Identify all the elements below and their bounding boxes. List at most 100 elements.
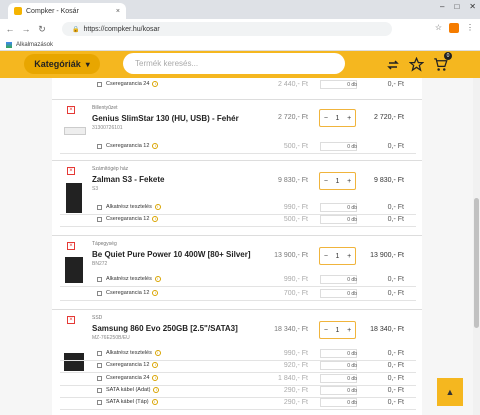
reload-icon[interactable]: ↻	[36, 24, 48, 35]
search-input[interactable]: Termék keresés...	[123, 53, 345, 74]
product-name[interactable]: Samsung 860 Evo 250GB [2.5"/SATA3]	[92, 324, 238, 333]
service-checkbox[interactable]	[97, 291, 102, 296]
increase-button[interactable]: +	[347, 115, 351, 122]
product-image[interactable]	[64, 353, 84, 371]
decrease-button[interactable]: −	[324, 253, 328, 260]
browser-menu-icon[interactable]: ⋮	[466, 23, 474, 33]
product-image[interactable]	[64, 127, 86, 135]
service-label[interactable]: Alkatrész tesztelés i	[106, 276, 161, 282]
increase-button[interactable]: +	[347, 253, 351, 260]
tab-close-icon[interactable]: ×	[116, 8, 120, 15]
service-name: Cseregarancia 12	[106, 362, 150, 368]
product-code: S3	[92, 186, 99, 192]
product-total: 2 720,- Ft	[374, 114, 404, 121]
info-icon[interactable]: i	[151, 399, 158, 405]
service-label[interactable]: Alkatrész tesztelés i	[106, 350, 161, 356]
back-to-top-button[interactable]: ▲	[437, 378, 463, 406]
service-checkbox[interactable]	[97, 376, 102, 381]
quantity-value[interactable]: 1	[336, 115, 340, 122]
bookmarks-apps-label[interactable]: Alkalmazások	[16, 42, 53, 48]
categories-button[interactable]: Kategóriák ▾	[24, 54, 100, 74]
browser-tab[interactable]: Compker - Kosár ×	[8, 3, 126, 19]
service-label[interactable]: SATA kábel (Adat) i	[106, 387, 160, 393]
forward-icon[interactable]: →	[20, 24, 32, 34]
service-checkbox[interactable]	[97, 82, 102, 87]
info-icon[interactable]: i	[154, 276, 161, 282]
info-icon[interactable]: i	[152, 216, 159, 222]
service-label[interactable]: Cseregarancia 12 i	[106, 216, 159, 222]
remove-product-icon[interactable]: ×	[67, 316, 75, 324]
service-checkbox[interactable]	[97, 400, 102, 405]
compare-icon[interactable]	[384, 56, 401, 73]
increase-button[interactable]: +	[347, 327, 351, 334]
back-icon[interactable]: ←	[4, 24, 16, 34]
minimize-button[interactable]: –	[440, 2, 444, 11]
quantity-stepper[interactable]: − 1 +	[319, 109, 356, 127]
service-label[interactable]: Cseregarancia 12 i	[106, 290, 159, 296]
decrease-button[interactable]: −	[324, 178, 328, 185]
bookmark-star-icon[interactable]: ☆	[435, 23, 442, 33]
info-icon[interactable]: i	[152, 290, 159, 296]
service-qty: 0 db	[347, 205, 357, 211]
quantity-value[interactable]: 1	[336, 327, 340, 334]
remove-product-icon[interactable]: ×	[67, 242, 75, 250]
increase-button[interactable]: +	[347, 178, 351, 185]
service-checkbox[interactable]	[97, 277, 102, 282]
service-price: 990,- Ft	[283, 276, 308, 283]
service-label[interactable]: Cseregarancia 12 i	[106, 362, 159, 368]
extension-icon[interactable]	[449, 23, 459, 33]
apps-icon[interactable]	[6, 41, 12, 48]
service-checkbox[interactable]	[97, 217, 102, 222]
scrollbar[interactable]	[473, 78, 480, 415]
service-label[interactable]: Cseregarancia 24 i	[106, 81, 159, 87]
service-checkbox[interactable]	[97, 363, 102, 368]
service-price: 290,- Ft	[283, 387, 308, 394]
service-checkbox[interactable]	[97, 351, 102, 356]
quantity-stepper[interactable]: − 1 +	[319, 321, 356, 339]
quantity-stepper[interactable]: − 1 +	[319, 247, 356, 265]
decrease-button[interactable]: −	[324, 327, 328, 334]
window-close-button[interactable]: ✕	[469, 2, 476, 11]
product-name[interactable]: Zalman S3 - Fekete	[92, 175, 164, 184]
wishlist-star-icon[interactable]	[408, 56, 425, 73]
address-bar[interactable]: 🔒 https://compker.hu/kosar	[62, 22, 392, 36]
quantity-value[interactable]: 1	[336, 178, 340, 185]
product-category: Tápegység	[92, 241, 117, 247]
remove-product-icon[interactable]: ×	[67, 167, 75, 175]
service-qty: 0 db	[347, 217, 357, 223]
scrollbar-thumb[interactable]	[474, 198, 479, 328]
maximize-button[interactable]: □	[454, 2, 459, 11]
service-price: 1 840,- Ft	[278, 375, 308, 382]
tab-title: Compker - Kosár	[26, 7, 79, 15]
service-checkbox[interactable]	[97, 144, 102, 149]
product-unit-price: 13 900,- Ft	[274, 252, 308, 259]
service-checkbox[interactable]	[97, 388, 102, 393]
service-label[interactable]: Alkatrész tesztelés i	[106, 204, 161, 210]
service-qty: 0 db	[347, 363, 357, 369]
service-qty: 0 db	[347, 277, 357, 283]
product-category: Billentyűzet	[92, 105, 118, 111]
service-label[interactable]: Cseregarancia 12 i	[106, 143, 159, 149]
product-image[interactable]	[65, 257, 83, 283]
cart-icon[interactable]: 0	[432, 52, 452, 73]
product-code: 31300726101	[92, 125, 123, 131]
info-icon[interactable]: i	[154, 350, 161, 356]
info-icon[interactable]: i	[153, 387, 160, 393]
info-icon[interactable]: i	[154, 204, 161, 210]
info-icon[interactable]: i	[152, 362, 159, 368]
quantity-stepper[interactable]: − 1 +	[319, 172, 356, 190]
product-name[interactable]: Genius SlimStar 130 (HU, USB) - Fehér	[92, 114, 239, 123]
remove-product-icon[interactable]: ×	[67, 106, 75, 114]
info-icon[interactable]: i	[152, 375, 159, 381]
product-name[interactable]: Be Quiet Pure Power 10 400W [80+ Silver]	[92, 250, 251, 259]
info-icon[interactable]: i	[152, 143, 159, 149]
service-label[interactable]: Cseregarancia 24 i	[106, 375, 159, 381]
service-checkbox[interactable]	[97, 205, 102, 210]
decrease-button[interactable]: −	[324, 115, 328, 122]
quantity-value[interactable]: 1	[336, 253, 340, 260]
info-icon[interactable]: i	[152, 81, 159, 87]
service-name: Cseregarancia 24	[106, 375, 150, 381]
product-image[interactable]	[66, 183, 82, 213]
service-total: 0,- Ft	[387, 276, 404, 283]
service-label[interactable]: SATA kábel (Táp) i	[106, 399, 158, 405]
